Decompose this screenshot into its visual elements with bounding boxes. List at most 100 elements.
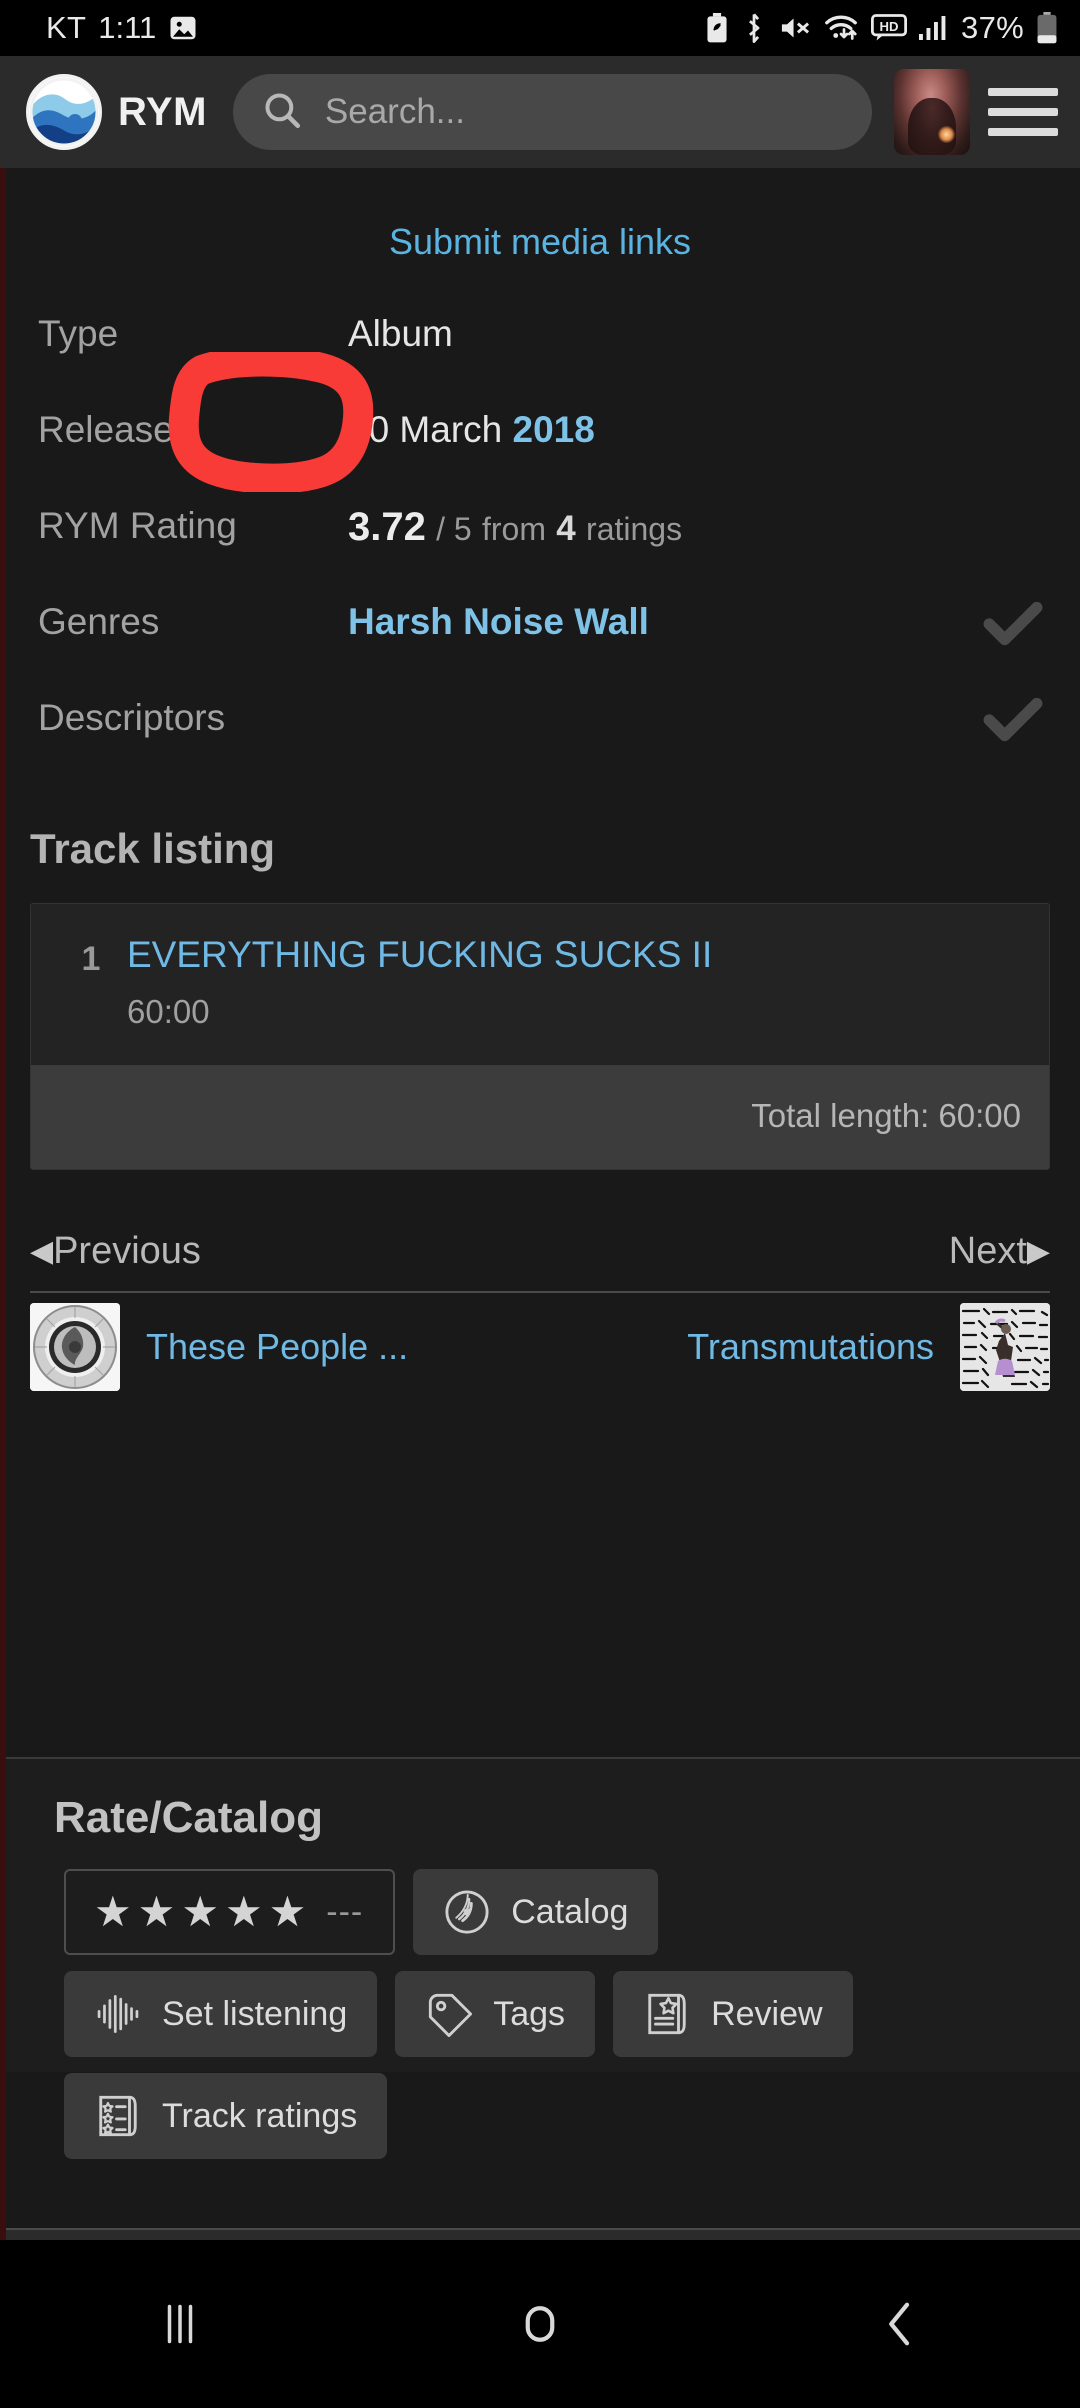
star-icon-5[interactable]: ★	[269, 1891, 307, 1933]
prev-album-link[interactable]: These People ...	[146, 1326, 408, 1368]
search-input[interactable]: Search...	[232, 74, 872, 150]
tags-button[interactable]: Tags	[395, 1971, 596, 2057]
search-icon	[261, 89, 303, 136]
info-value-released: 10 March 2018	[348, 405, 974, 448]
track-ratings-button[interactable]: Track ratings	[64, 2073, 388, 2159]
catalog-button[interactable]: Catalog	[413, 1869, 659, 1955]
next-button[interactable]: Next	[949, 1230, 1027, 1273]
status-bar-right: HD 37%	[705, 10, 1058, 46]
search-placeholder: Search...	[324, 92, 465, 131]
rate-catalog-buttons: ★ ★ ★ ★ ★ --- Catalog Set listening Tags…	[6, 1843, 1080, 2159]
clock-label: 1:11	[98, 10, 157, 45]
star-icon-3[interactable]: ★	[181, 1891, 219, 1933]
track-body: EVERYTHING FUCKING SUCKS II 60:00	[127, 934, 1025, 1031]
info-row-rym-rating: RYM Rating 3.72 / 5 from 4 ratings	[38, 501, 1044, 597]
triangle-left-icon: ◀	[30, 1234, 54, 1268]
battery-percent-label: 37%	[961, 10, 1024, 45]
avatar[interactable]	[894, 69, 970, 155]
table-row[interactable]: 1 EVERYTHING FUCKING SUCKS II 60:00	[31, 904, 1049, 1065]
rate-catalog-row-3: Track ratings	[64, 2073, 1080, 2159]
rate-catalog-row-2: Set listening Tags Review	[64, 1971, 1080, 2057]
hamburger-menu-icon[interactable]	[988, 74, 1058, 150]
prev-next-albums: These People ... Transmutations	[30, 1290, 1050, 1391]
genre-link[interactable]: Harsh Noise Wall	[348, 601, 649, 642]
app-header: RYM Search...	[0, 56, 1080, 168]
tag-icon	[425, 1990, 473, 2038]
home-button[interactable]	[360, 2296, 720, 2352]
star-icon-4[interactable]: ★	[225, 1891, 263, 1933]
star-rating-widget[interactable]: ★ ★ ★ ★ ★ ---	[64, 1869, 396, 1955]
track-total-length: Total length: 60:00	[31, 1064, 1049, 1169]
rating-from-word: from	[482, 511, 546, 547]
set-listening-button[interactable]: Set listening	[64, 1971, 378, 2057]
battery-saver-icon	[705, 13, 729, 43]
svg-text:HD: HD	[880, 19, 899, 34]
status-bar: KT 1:11 HD 37%	[0, 0, 1080, 56]
menu-bar-1	[988, 88, 1058, 96]
info-row-genres: Genres Harsh Noise Wall	[38, 597, 1044, 693]
prev-album-thumbnail[interactable]	[30, 1302, 120, 1391]
recents-icon	[167, 2304, 193, 2344]
track-length: 60:00	[127, 992, 210, 1030]
release-year-link[interactable]: 2018	[513, 409, 595, 450]
rym-wave-logo-icon[interactable]	[26, 74, 102, 150]
track-title-link[interactable]: EVERYTHING FUCKING SUCKS II	[127, 934, 1025, 977]
mute-icon	[779, 13, 811, 43]
rate-catalog-heading: Rate/Catalog	[54, 1793, 323, 1842]
signal-bars-icon	[919, 13, 949, 43]
rate-catalog-row-1: ★ ★ ★ ★ ★ --- Catalog	[64, 1869, 1080, 1955]
star-rating-value: ---	[326, 1892, 364, 1931]
info-value-genres: Harsh Noise Wall	[348, 597, 974, 640]
menu-bar-2	[988, 108, 1058, 116]
catalog-button-label: Catalog	[511, 1892, 629, 1931]
avatar-glow	[938, 125, 955, 143]
info-row-type: Type Album	[38, 309, 1044, 405]
track-number: 1	[81, 940, 101, 978]
info-row-descriptors: Descriptors	[38, 693, 1044, 789]
bluetooth-icon	[741, 13, 767, 43]
review-label: Review	[711, 1994, 823, 2033]
submit-media-links-button[interactable]: Submit media links	[0, 168, 1080, 263]
genres-checkmark-button[interactable]	[974, 597, 1044, 654]
phone-screen: KT 1:11 HD 37% RYM Search... Submit medi…	[0, 0, 1080, 2408]
release-date-text: 10 March	[348, 409, 503, 450]
hd-icon: HD	[871, 14, 908, 42]
recents-button[interactable]	[0, 2296, 360, 2352]
android-nav-bar	[0, 2240, 1080, 2408]
brand-label: RYM	[118, 89, 207, 134]
rate-catalog-section: Rate/Catalog ★ ★ ★ ★ ★ --- Catalog Set l…	[6, 1757, 1080, 2159]
back-button[interactable]	[720, 2296, 1080, 2352]
status-bar-left: KT 1:11	[46, 10, 198, 46]
rating-value: 3.72	[348, 505, 426, 549]
image-icon	[168, 13, 198, 43]
home-icon	[525, 2306, 555, 2342]
checkmark-icon	[983, 601, 1043, 646]
waveform-icon	[94, 1990, 142, 2038]
menu-bar-3	[988, 128, 1058, 136]
descriptors-checkmark-button[interactable]	[974, 693, 1044, 750]
track-ratings-label: Track ratings	[162, 2096, 358, 2135]
info-label-genres: Genres	[38, 601, 160, 642]
info-label-descriptors: Descriptors	[38, 697, 226, 738]
review-button[interactable]: Review	[613, 1971, 853, 2057]
footer-strip	[6, 2228, 1080, 2240]
album-info-table: Type Album Released 10 March 2018 RYM Ra…	[0, 309, 1080, 789]
star-icon-1[interactable]: ★	[94, 1891, 132, 1933]
info-label-type: Type	[38, 313, 119, 354]
vinyl-record-icon	[443, 1888, 491, 1936]
track-ratings-list-icon	[94, 2092, 142, 2140]
next-album-thumbnail[interactable]	[960, 1302, 1050, 1391]
review-document-icon	[643, 1990, 691, 2038]
star-icon-2[interactable]: ★	[138, 1891, 176, 1933]
next-album-link[interactable]: Transmutations	[687, 1326, 934, 1368]
track-listing-table: 1 EVERYTHING FUCKING SUCKS II 60:00 Tota…	[30, 903, 1050, 1170]
battery-icon	[1036, 12, 1058, 44]
info-value-descriptors	[348, 693, 974, 699]
previous-button[interactable]: Previous	[53, 1230, 201, 1273]
info-row-released: Released 10 March 2018	[38, 405, 1044, 501]
prev-next-nav: ◀ Previous Next ▶ These People ... Trans…	[30, 1230, 1050, 1391]
wifi-icon	[823, 13, 859, 43]
info-value-type: Album	[348, 313, 453, 354]
track-listing-heading: Track listing	[30, 825, 276, 872]
triangle-right-icon: ▶	[1026, 1234, 1050, 1268]
